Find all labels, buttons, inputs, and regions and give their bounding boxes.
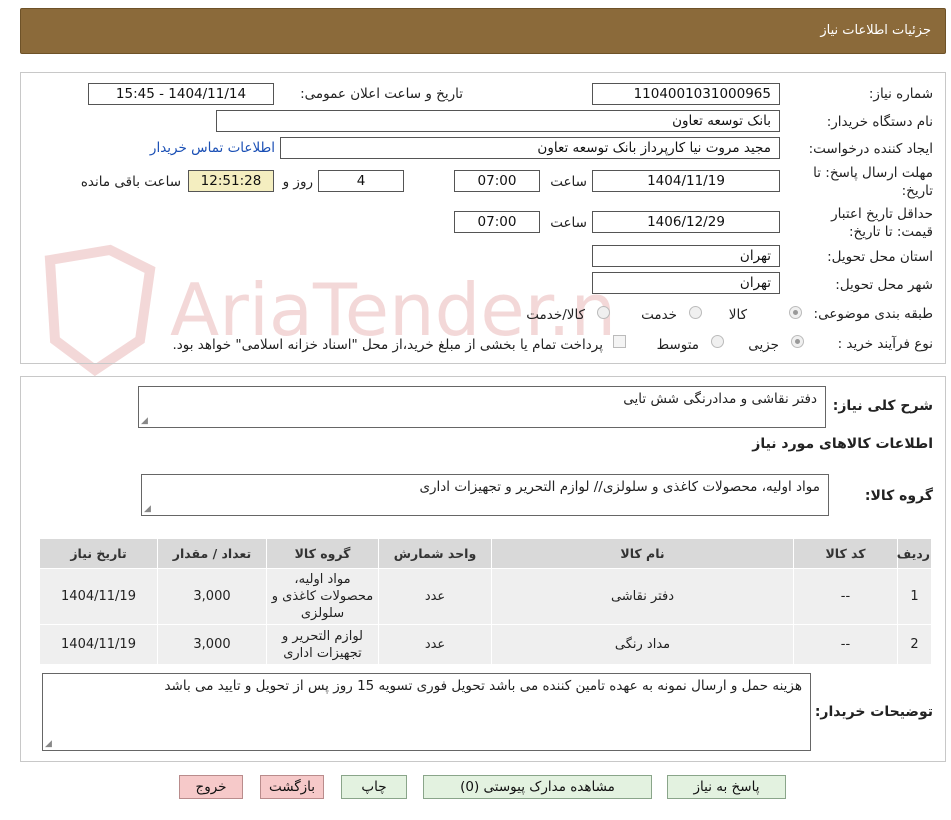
page-title: جزئیات اطلاعات نیاز bbox=[820, 23, 931, 38]
buyer-notes-label: توضیحات خریدار: bbox=[814, 704, 933, 720]
city-field: تهران bbox=[592, 272, 780, 294]
remaining-label: ساعت باقی مانده bbox=[80, 174, 181, 190]
col-header-code: کد کالا bbox=[793, 538, 898, 569]
cell-code: -- bbox=[793, 624, 898, 665]
cell-date: 1404/11/19 bbox=[39, 568, 158, 625]
creator-field: مجید مروت نیا کارپرداز بانک توسعه تعاون bbox=[280, 137, 780, 159]
validity-time-label: ساعت bbox=[550, 215, 587, 231]
process-radio-minor[interactable] bbox=[791, 335, 804, 348]
category-radio-goods-service[interactable] bbox=[597, 306, 610, 319]
category-option-service: خدمت bbox=[641, 307, 677, 323]
days-label: روز و bbox=[282, 174, 313, 190]
page-header: جزئیات اطلاعات نیاز bbox=[20, 8, 946, 54]
cell-quantity: 3,000 bbox=[157, 624, 267, 665]
description-text: دفتر نقاشی و مدادرنگی شش تایی bbox=[623, 391, 817, 407]
col-header-group: گروه کالا bbox=[266, 538, 379, 569]
cell-unit: عدد bbox=[378, 624, 492, 665]
resize-handle-icon: ◢ bbox=[144, 504, 151, 514]
remaining-time-field: 12:51:28 bbox=[188, 170, 274, 192]
back-button[interactable]: بازگشت bbox=[260, 775, 324, 799]
table-row: 2 -- مداد رنگی عدد لوازم التحریر و تجهیز… bbox=[39, 624, 932, 665]
payment-note: پرداخت تمام یا بخشی از مبلغ خرید،از محل … bbox=[172, 337, 603, 353]
validity-label: حداقل تاریخ اعتبار قیمت: تا تاریخ: bbox=[831, 206, 933, 240]
validity-date-field: 1406/12/29 bbox=[592, 211, 780, 233]
province-label: استان محل تحویل: bbox=[827, 249, 933, 265]
category-label: طبقه بندی موضوعی: bbox=[813, 306, 933, 322]
reply-button[interactable]: پاسخ به نیاز bbox=[667, 775, 786, 799]
category-option-goods-service: کالا/خدمت bbox=[526, 307, 585, 323]
goods-section-title: اطلاعات کالاهای مورد نیاز bbox=[752, 436, 933, 452]
cell-code: -- bbox=[793, 568, 898, 625]
cell-group: مواد اولیه، محصولات کاغذی و سلولزی bbox=[266, 568, 379, 625]
process-label: نوع فرآیند خرید : bbox=[837, 336, 933, 352]
announce-label: تاریخ و ساعت اعلان عمومی: bbox=[300, 86, 463, 102]
need-number-field: 1104001031000965 bbox=[592, 83, 780, 105]
process-option-medium: متوسط bbox=[656, 337, 699, 353]
buyer-org-field: بانک توسعه تعاون bbox=[216, 110, 780, 132]
col-header-name: نام کالا bbox=[491, 538, 794, 569]
resize-handle-icon: ◢ bbox=[141, 416, 148, 426]
reply-time-field: 07:00 bbox=[454, 170, 540, 192]
goods-group-label: گروه کالا: bbox=[864, 488, 933, 504]
reply-deadline-label: مهلت ارسال پاسخ: تا تاریخ: bbox=[813, 165, 933, 199]
exit-button[interactable]: خروج bbox=[179, 775, 243, 799]
process-radio-medium[interactable] bbox=[711, 335, 724, 348]
goods-table-header: ردیف کد کالا نام کالا واحد شمارش گروه کا… bbox=[39, 538, 932, 569]
col-header-row-no: ردیف bbox=[897, 538, 932, 569]
reply-date-field: 1404/11/19 bbox=[592, 170, 780, 192]
col-header-date: تاریخ نیاز bbox=[39, 538, 158, 569]
creator-label: ایجاد کننده درخواست: bbox=[808, 141, 933, 157]
buyer-notes-text: هزینه حمل و ارسال نمونه به عهده تامین کن… bbox=[164, 678, 802, 694]
category-option-goods: کالا bbox=[728, 307, 747, 323]
contact-buyer-link[interactable]: اطلاعات تماس خریدار bbox=[150, 140, 275, 156]
goods-group-textarea: مواد اولیه، محصولات کاغذی و سلولزی// لوا… bbox=[141, 474, 829, 516]
cell-name: مداد رنگی bbox=[491, 624, 794, 665]
cell-row-no: 1 bbox=[897, 568, 932, 625]
city-label: شهر محل تحویل: bbox=[835, 277, 933, 293]
validity-time-field: 07:00 bbox=[454, 211, 540, 233]
process-option-minor: جزیی bbox=[748, 337, 779, 353]
cell-unit: عدد bbox=[378, 568, 492, 625]
description-textarea: دفتر نقاشی و مدادرنگی شش تایی ◢ bbox=[138, 386, 826, 428]
announce-field: 1404/11/14 - 15:45 bbox=[88, 83, 274, 105]
cell-name: دفتر نقاشی bbox=[491, 568, 794, 625]
cell-date: 1404/11/19 bbox=[39, 624, 158, 665]
resize-handle-icon: ◢ bbox=[45, 739, 52, 749]
description-label: شرح کلی نیاز: bbox=[832, 398, 933, 414]
print-button[interactable]: چاپ bbox=[341, 775, 407, 799]
view-attachments-button[interactable]: مشاهده مدارک پیوستی (0) bbox=[423, 775, 652, 799]
reply-time-label: ساعت bbox=[550, 174, 587, 190]
buyer-org-label: نام دستگاه خریدار: bbox=[826, 114, 933, 130]
category-radio-goods[interactable] bbox=[789, 306, 802, 319]
province-field: تهران bbox=[592, 245, 780, 267]
cell-row-no: 2 bbox=[897, 624, 932, 665]
col-header-unit: واحد شمارش bbox=[378, 538, 492, 569]
table-row: 1 -- دفتر نقاشی عدد مواد اولیه، محصولات … bbox=[39, 568, 932, 625]
goods-group-text: مواد اولیه، محصولات کاغذی و سلولزی// لوا… bbox=[419, 479, 820, 495]
buyer-notes-textarea: هزینه حمل و ارسال نمونه به عهده تامین کن… bbox=[42, 673, 811, 751]
cell-quantity: 3,000 bbox=[157, 568, 267, 625]
category-radio-service[interactable] bbox=[689, 306, 702, 319]
days-field: 4 bbox=[318, 170, 404, 192]
need-number-label: شماره نیاز: bbox=[868, 86, 933, 102]
goods-table: ردیف کد کالا نام کالا واحد شمارش گروه کا… bbox=[39, 538, 932, 665]
treasury-checkbox[interactable] bbox=[613, 335, 626, 348]
cell-group: لوازم التحریر و تجهیزات اداری bbox=[266, 624, 379, 665]
col-header-quantity: تعداد / مقدار bbox=[157, 538, 267, 569]
